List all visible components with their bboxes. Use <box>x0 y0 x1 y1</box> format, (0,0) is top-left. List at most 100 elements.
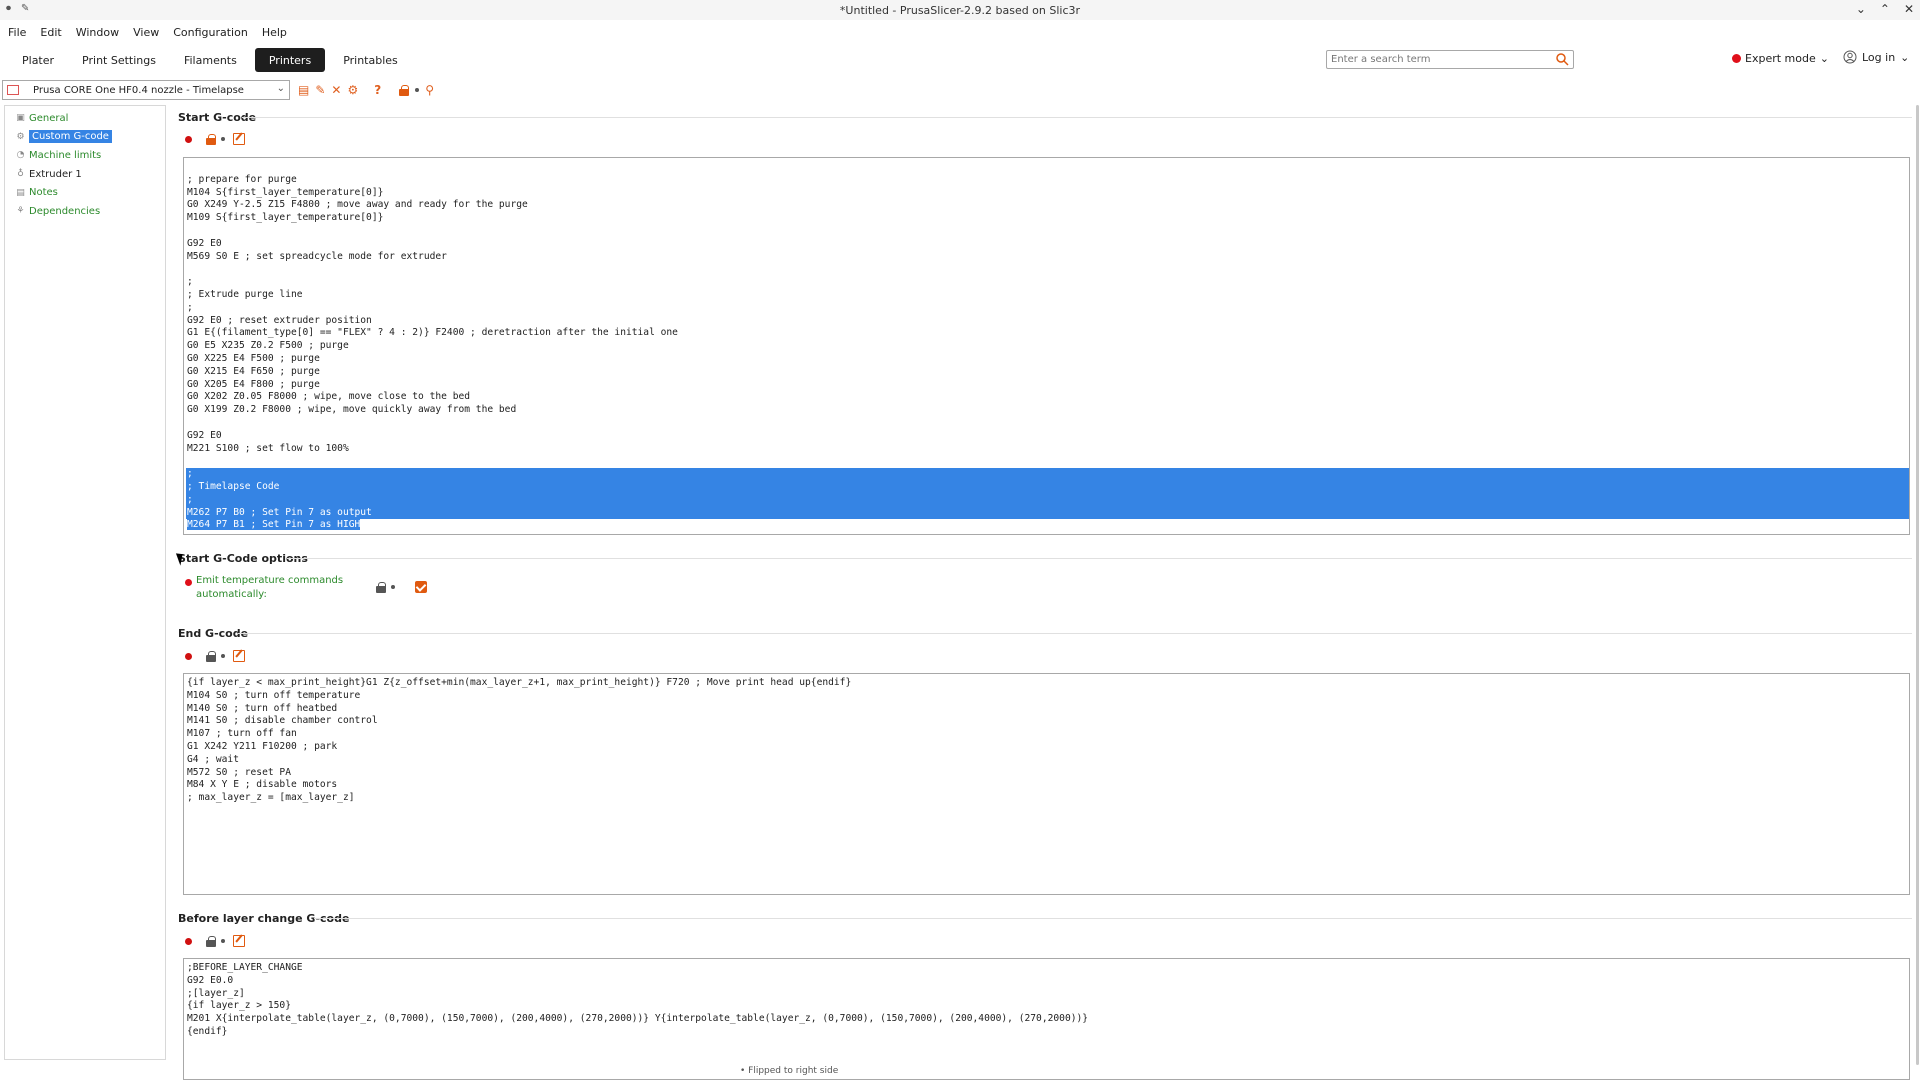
code-line[interactable]: M109 S{first_layer_temperature[0]} <box>187 212 1906 225</box>
gauge-icon: ◔ <box>16 150 25 161</box>
delete-preset-icon[interactable]: ✕ <box>331 83 341 97</box>
code-line[interactable]: G1 E{(filament_type[0] == "FLEX" ? 4 : 2… <box>187 327 1906 340</box>
lock-icon[interactable] <box>376 581 386 593</box>
mode-label: Expert mode <box>1745 52 1816 65</box>
tab-printables[interactable]: Printables <box>333 48 408 72</box>
preset-row: Prusa CORE One HF0.4 nozzle - Timelapse … <box>2 80 434 100</box>
code-line[interactable]: G92 E0.0 <box>187 975 1906 988</box>
code-line[interactable]: ; <box>187 302 1906 315</box>
code-line[interactable]: ;[layer_z] <box>187 988 1906 1001</box>
code-line[interactable]: ; prepare for purge <box>187 174 1906 187</box>
lock-icon[interactable] <box>206 650 216 662</box>
tree-item-label: Dependencies <box>29 205 101 217</box>
tree-item-dependencies[interactable]: ⚘ Dependencies <box>5 202 165 220</box>
maximize-icon[interactable]: ⌃ <box>1880 2 1890 16</box>
code-line[interactable]: G0 X205 E4 F800 ; purge <box>187 379 1906 392</box>
tree-item-general[interactable]: ▣ General <box>5 109 165 127</box>
tab-printers[interactable]: Printers <box>254 48 326 72</box>
compare-presets-icon[interactable]: ⚙ <box>347 83 358 97</box>
close-icon[interactable]: ✕ <box>1904 2 1914 16</box>
lock-icon[interactable] <box>399 84 410 96</box>
code-line[interactable]: G0 X199 Z0.2 F8000 ; wipe, move quickly … <box>187 404 1906 417</box>
code-line[interactable]: ;BEFORE_LAYER_CHANGE <box>187 962 1906 975</box>
code-line[interactable]: G0 E5 X235 Z0.2 F500 ; purge <box>187 340 1906 353</box>
tab-plater[interactable]: Plater <box>12 48 64 72</box>
help-icon[interactable]: ? <box>374 83 381 97</box>
lock-icon[interactable] <box>206 935 216 947</box>
tree-item-custom-gcode[interactable]: ⚙ Custom G-code <box>5 128 165 146</box>
code-line[interactable]: M569 S0 E ; set spreadcycle mode for ext… <box>187 251 1906 264</box>
code-line[interactable] <box>187 263 1906 276</box>
vertical-scrollbar[interactable] <box>1916 105 1919 1065</box>
code-line[interactable]: M201 X{interpolate_table(layer_z, (0,700… <box>187 1013 1906 1026</box>
tab-filaments[interactable]: Filaments <box>174 48 247 72</box>
code-line[interactable]: G92 E0 <box>187 238 1906 251</box>
code-line[interactable]: M262 P7 B0 ; Set Pin 7 as output <box>186 506 1909 520</box>
login-button[interactable]: Log in ⌄ <box>1843 50 1909 64</box>
tree-item-notes[interactable]: ▤ Notes <box>5 184 165 202</box>
code-line[interactable]: G0 X202 Z0.05 F8000 ; wipe, move close t… <box>187 391 1906 404</box>
code-line[interactable]: ; Extrude purge line <box>187 289 1906 302</box>
search-input[interactable]: Enter a search term <box>1326 50 1574 69</box>
before-layer-gcode-editor[interactable]: ;BEFORE_LAYER_CHANGE G92 E0.0 ;[layer_z] {i… <box>183 958 1910 1080</box>
code-line[interactable]: M140 S0 ; turn off heatbed <box>187 703 1906 716</box>
code-line[interactable]: M84 X Y E ; disable motors <box>187 779 1906 792</box>
code-line[interactable]: G1 X242 Y211 F10200 ; park <box>187 741 1906 754</box>
bullet-icon <box>221 939 225 943</box>
save-preset-icon[interactable]: ▤ <box>298 83 309 97</box>
search-settings-icon[interactable]: ⚲ <box>425 83 434 97</box>
pin-icon[interactable]: ✎ <box>21 3 31 15</box>
start-gcode-editor[interactable]: ; prepare for purge M104 S{first_layer_te… <box>183 157 1910 535</box>
code-line[interactable]: G0 X249 Y-2.5 Z15 F4800 ; move away and … <box>187 199 1906 212</box>
app-icon: ⏺ <box>6 3 11 14</box>
menu-edit[interactable]: Edit <box>40 26 61 39</box>
code-line[interactable]: G92 E0 ; reset extruder position <box>187 315 1906 328</box>
code-line[interactable]: M264 P7 B1 ; Set Pin 7 as HIGH <box>187 519 1906 532</box>
code-line[interactable]: M104 S0 ; turn off temperature <box>187 690 1906 703</box>
printer-preset-combo[interactable]: Prusa CORE One HF0.4 nozzle - Timelapse … <box>2 80 290 100</box>
divider <box>242 117 1912 118</box>
code-line[interactable]: {endif} <box>187 1026 1906 1039</box>
bullet-icon <box>221 654 225 658</box>
edit-icon[interactable] <box>233 935 245 947</box>
code-line[interactable]: ; Timelapse Code <box>186 480 1909 494</box>
menu-help[interactable]: Help <box>262 26 287 39</box>
code-line[interactable] <box>187 417 1906 430</box>
rename-preset-icon[interactable]: ✎ <box>315 83 325 97</box>
code-line[interactable]: M104 S{first_layer_temperature[0]} <box>187 187 1906 200</box>
lock-icon[interactable] <box>206 133 216 145</box>
code-line[interactable]: ; <box>186 468 1909 481</box>
code-line[interactable]: G92 E0 <box>187 430 1906 443</box>
code-line[interactable]: G0 X225 E4 F500 ; purge <box>187 353 1906 366</box>
code-line[interactable] <box>187 225 1906 238</box>
mode-selector[interactable]: Expert mode ⌄ <box>1732 52 1829 65</box>
edit-icon[interactable] <box>233 650 245 662</box>
minimize-icon[interactable]: ⌄ <box>1856 2 1866 16</box>
code-line[interactable]: M572 S0 ; reset PA <box>187 767 1906 780</box>
code-line[interactable]: M221 S100 ; set flow to 100% <box>187 443 1906 456</box>
code-line[interactable]: G4 ; wait <box>187 754 1906 767</box>
code-line[interactable]: {if layer_z > 150} <box>187 1000 1906 1013</box>
code-line[interactable]: ; <box>187 276 1906 289</box>
tree-item-extruder-1[interactable]: ♁ Extruder 1 <box>5 165 165 183</box>
end-gcode-editor[interactable]: {if layer_z < max_print_height}G1 Z{z_of… <box>183 673 1910 895</box>
emit-temperature-checkbox[interactable] <box>415 581 427 593</box>
search-icon[interactable] <box>1555 52 1569 66</box>
code-line[interactable]: M141 S0 ; disable chamber control <box>187 715 1906 728</box>
edit-icon[interactable] <box>233 133 245 145</box>
code-line[interactable] <box>187 161 1906 174</box>
end-gcode-controls <box>185 650 245 662</box>
menu-window[interactable]: Window <box>76 26 119 39</box>
menu-file[interactable]: File <box>8 26 26 39</box>
code-line[interactable]: ; max_layer_z = [max_layer_z] <box>187 792 1906 805</box>
code-line[interactable]: M107 ; turn off fan <box>187 728 1906 741</box>
code-line[interactable] <box>187 455 1906 468</box>
system-value-icon <box>185 652 192 660</box>
code-line[interactable]: ; <box>186 493 1909 507</box>
tree-item-machine-limits[interactable]: ◔ Machine limits <box>5 146 165 164</box>
code-line[interactable]: G0 X215 E4 F650 ; purge <box>187 366 1906 379</box>
tab-print-settings[interactable]: Print Settings <box>72 48 166 72</box>
menu-configuration[interactable]: Configuration <box>173 26 248 39</box>
code-line[interactable]: {if layer_z < max_print_height}G1 Z{z_of… <box>187 677 1906 690</box>
menu-view[interactable]: View <box>133 26 159 39</box>
